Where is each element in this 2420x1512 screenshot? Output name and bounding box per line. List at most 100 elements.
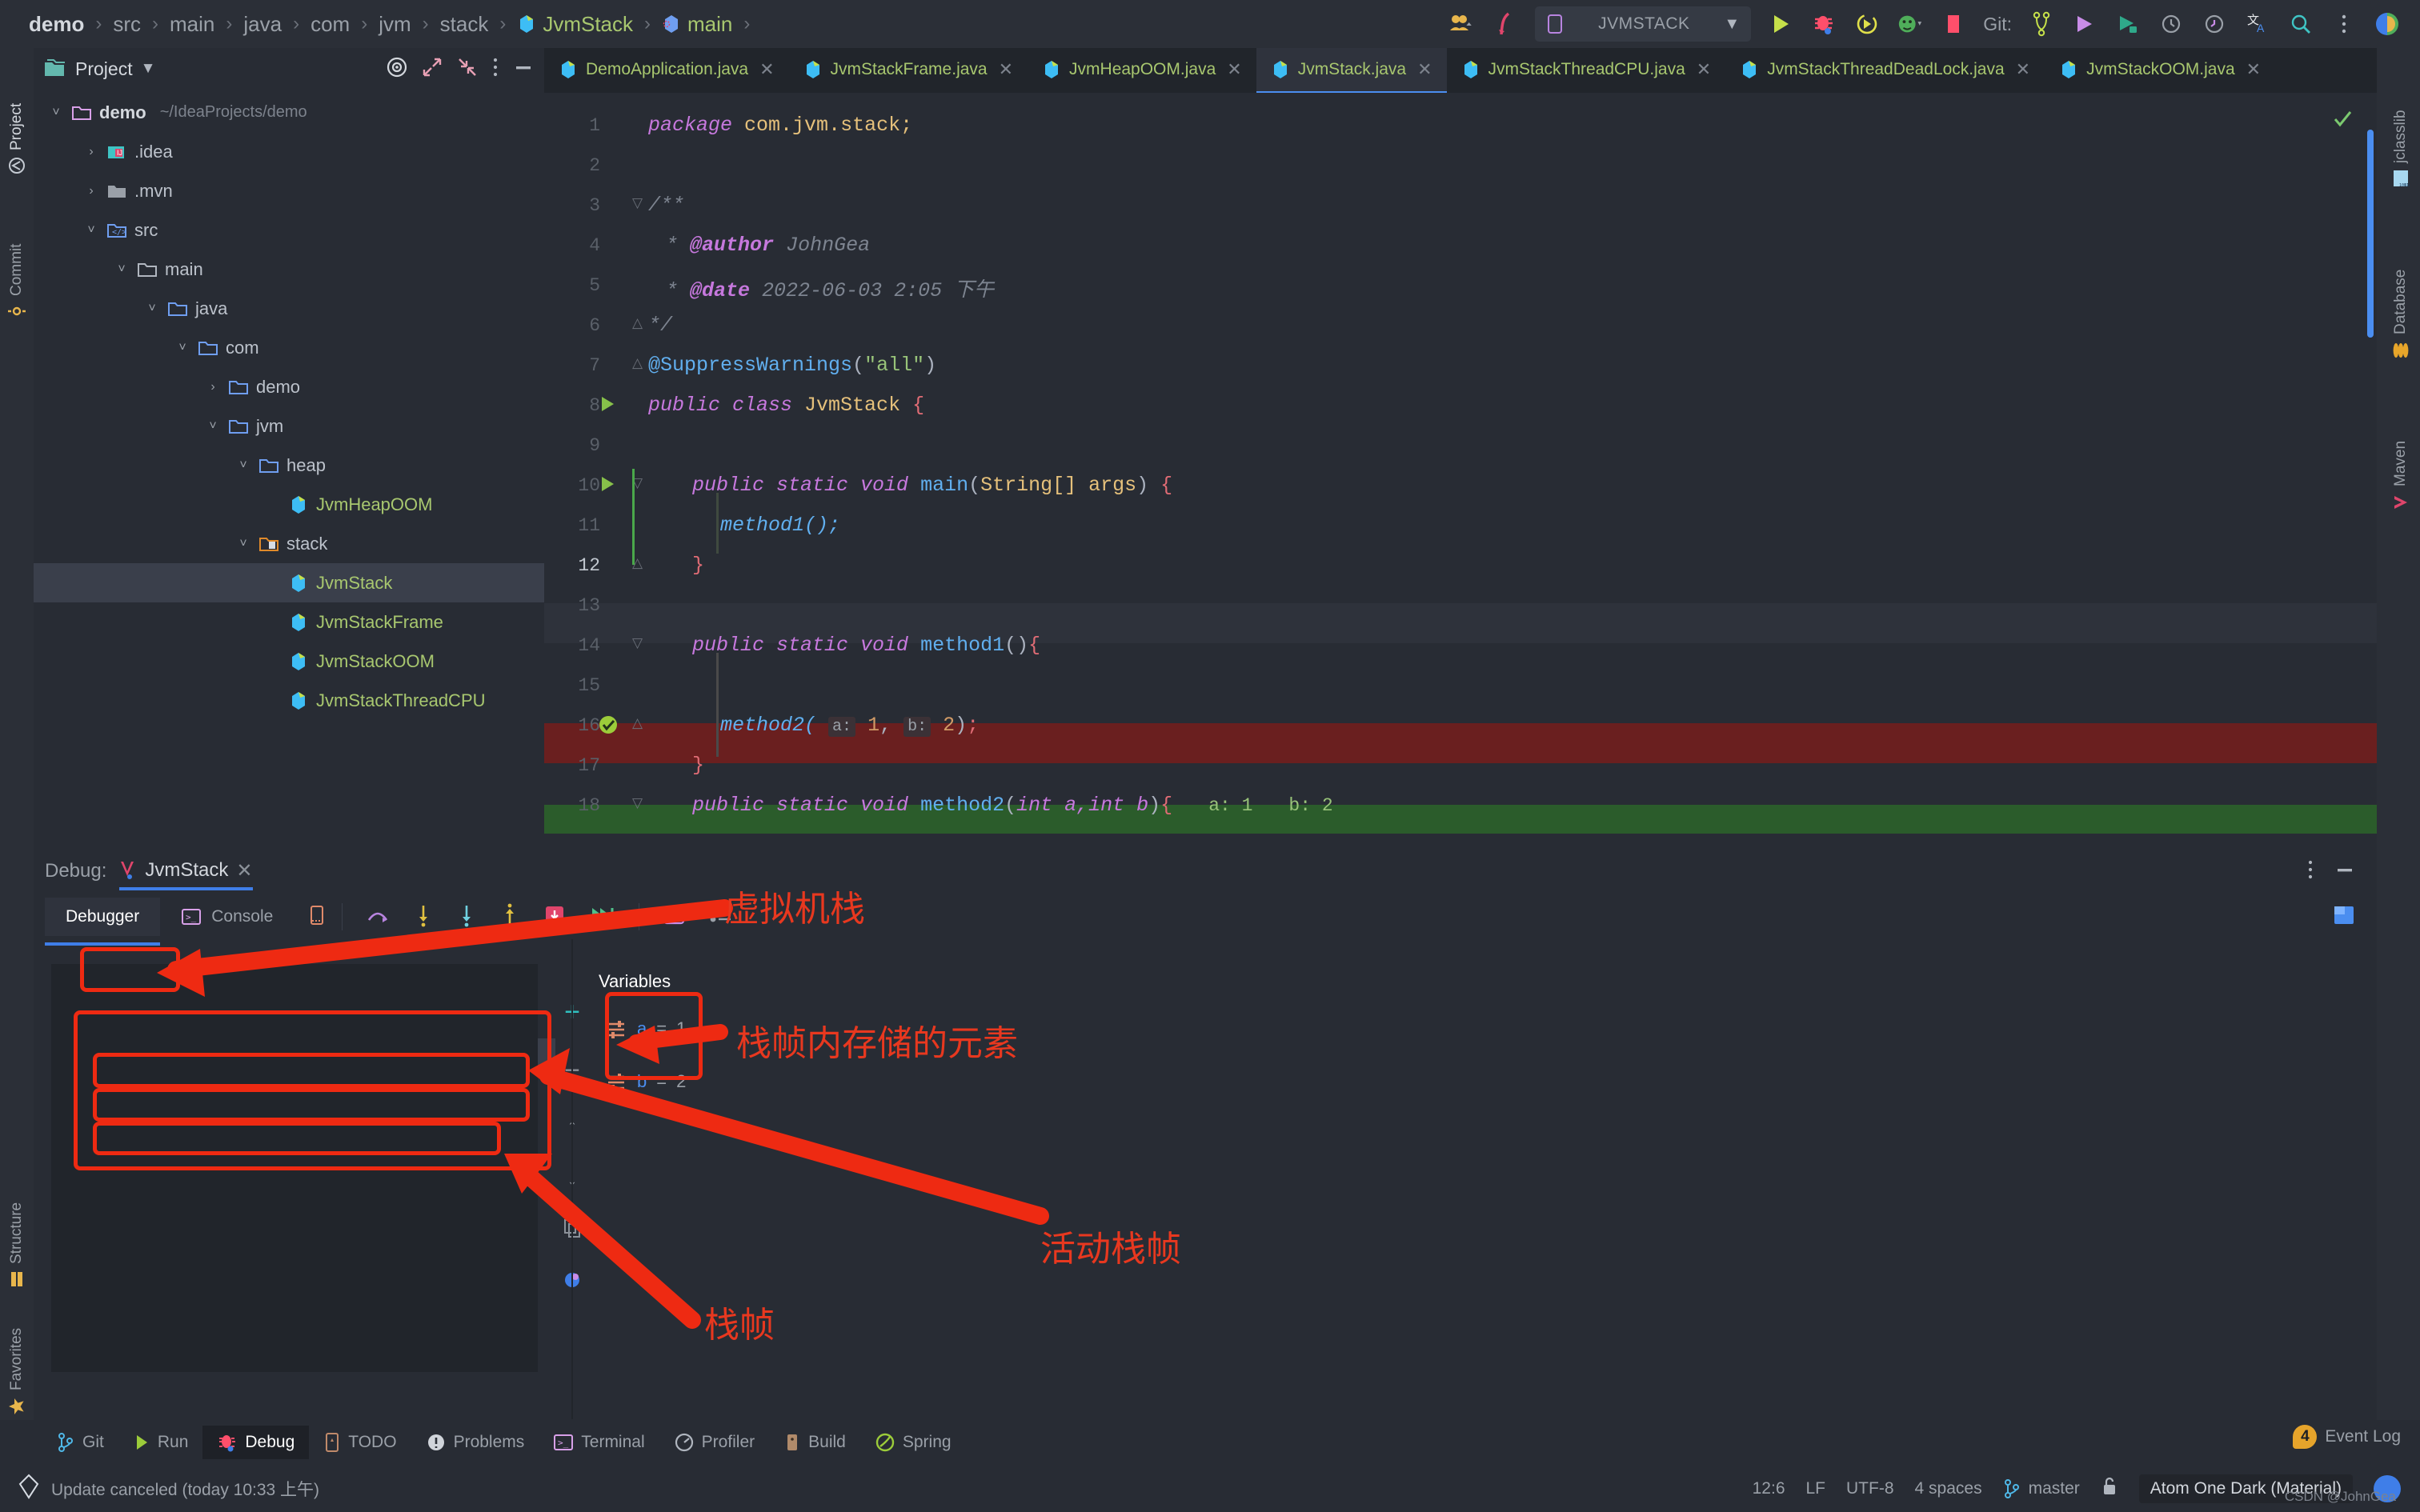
layout-settings-icon[interactable] [2332, 904, 2377, 930]
layout-icon[interactable] [308, 904, 331, 930]
close-icon[interactable]: ✕ [2016, 59, 2030, 80]
tree-node-jvmstackframe[interactable]: JvmStackFrame [34, 602, 544, 642]
editor-tab-jvmstackoom[interactable]: JvmStackOOM.java ✕ [2045, 48, 2275, 93]
step-into-icon[interactable] [402, 903, 445, 931]
toolwindow-spring[interactable]: Spring [860, 1426, 966, 1459]
toolwindow-debug[interactable]: Debug [202, 1426, 309, 1459]
toolwindow-problems[interactable]: Problems [411, 1426, 539, 1459]
chevron-right-icon[interactable]: › [83, 184, 99, 198]
more-vertical-icon[interactable] [2306, 858, 2314, 885]
sidebar-item-project[interactable]: Project [0, 54, 34, 174]
chevron-down-icon[interactable]: ˅ [235, 458, 251, 473]
close-icon[interactable]: ✕ [999, 59, 1013, 80]
minimize-icon[interactable] [2334, 858, 2356, 885]
toolwindow-todo[interactable]: TODO [309, 1426, 411, 1459]
breadcrumb-item-java[interactable]: java [242, 12, 283, 37]
breadcrumb-item-src[interactable]: src [111, 12, 142, 37]
toolwindow-profiler[interactable]: Profiler [659, 1426, 770, 1459]
tree-node-main[interactable]: ˅ main [34, 250, 544, 289]
breadcrumb-item-demo[interactable]: demo [27, 12, 86, 37]
breadcrumb-item-jvm[interactable]: jvm [377, 12, 412, 37]
tree-node-idea[interactable]: › IJ .idea [34, 132, 544, 171]
minimize-icon[interactable] [512, 56, 535, 82]
history-icon[interactable] [2158, 10, 2185, 38]
editor-tab-demoapplication[interactable]: DemoApplication.java ✕ [544, 48, 789, 93]
tree-node-src[interactable]: ˅ </> src [34, 210, 544, 250]
tree-node-jvmstackthreadcpu[interactable]: JvmStackThreadCPU [34, 681, 544, 720]
run-to-cursor-icon[interactable] [531, 904, 578, 930]
breadcrumb-item-main[interactable]: main [168, 12, 216, 37]
step-out-icon[interactable] [488, 903, 531, 931]
tree-node-heap[interactable]: ˅ heap [34, 446, 544, 485]
editor-tab-jvmstackthreaddeadlock[interactable]: JvmStackThreadDeadLock.java ✕ [1725, 48, 2045, 93]
chevron-down-icon[interactable]: ˅ [235, 537, 251, 551]
close-icon[interactable]: ✕ [2246, 59, 2261, 80]
run-coverage-icon[interactable] [1853, 10, 1881, 38]
run-configuration-selector[interactable]: JVMSTACK ▼ [1535, 6, 1751, 42]
chevron-right-icon[interactable]: › [83, 145, 99, 159]
sidebar-item-jclasslib[interactable]: 101101011010 jclasslib [2382, 51, 2420, 187]
ide-logo-icon[interactable] [2374, 10, 2401, 38]
file-encoding[interactable]: UTF-8 [1846, 1479, 1894, 1498]
toolwindow-git[interactable]: Git [42, 1426, 118, 1459]
evaluate-expression-icon[interactable]: >_ [651, 904, 697, 930]
code-editor[interactable]: 1 2 3 4 5 6 7 8 9 10 11 12 13 14 15 16 1… [544, 93, 2377, 848]
tree-node-jvm[interactable]: ˅ jvm [34, 406, 544, 446]
panel-divider[interactable] [571, 939, 573, 1419]
collapse-icon[interactable] [456, 56, 479, 82]
editor-scrollbar[interactable] [2359, 93, 2377, 848]
tree-node-com[interactable]: ˅ com [34, 328, 544, 367]
force-step-into-icon[interactable] [445, 903, 488, 931]
translate-icon[interactable]: 文A [2244, 10, 2271, 38]
breadcrumb-item-stack[interactable]: stack [439, 12, 491, 37]
step-over-icon[interactable] [354, 904, 402, 930]
tree-node-mvn[interactable]: › .mvn [34, 171, 544, 210]
indent-setting[interactable]: 4 spaces [1915, 1479, 1982, 1498]
breadcrumb-item-main-method[interactable]: main [660, 12, 734, 37]
line-separator[interactable]: LF [1806, 1479, 1826, 1498]
close-icon[interactable]: ✕ [236, 859, 252, 882]
push-icon[interactable] [2071, 10, 2098, 38]
close-icon[interactable]: ✕ [1417, 59, 1432, 80]
tree-node-jvmstackoom[interactable]: JvmStackOOM [34, 642, 544, 681]
chevron-down-icon[interactable]: ▼ [141, 60, 156, 78]
sidebar-item-maven[interactable]: Maven [2382, 384, 2420, 512]
scrollbar-thumb[interactable] [2367, 130, 2374, 338]
chevron-down-icon[interactable]: ˅ [174, 341, 190, 355]
chevron-down-icon[interactable]: ˅ [205, 419, 221, 434]
tree-node-stack[interactable]: ˅ stack [34, 524, 544, 563]
sidebar-item-structure[interactable]: Structure [0, 1144, 34, 1288]
target-icon[interactable] [386, 56, 408, 82]
close-icon[interactable]: ✕ [759, 59, 774, 80]
resume-icon[interactable] [578, 904, 627, 930]
close-icon[interactable]: ✕ [1697, 59, 1711, 80]
toolwindow-terminal[interactable]: >_ Terminal [539, 1426, 659, 1458]
more-vertical-icon[interactable] [2330, 10, 2358, 38]
more-vertical-icon[interactable] [491, 56, 499, 82]
rollback-icon[interactable] [2201, 10, 2228, 38]
editor-tab-jvmheapoom[interactable]: JvmHeapOOM.java ✕ [1028, 48, 1256, 93]
tree-node-demo-package[interactable]: › demo [34, 367, 544, 406]
tree-node-jvmstack[interactable]: JvmStack [34, 563, 544, 602]
chevron-right-icon[interactable]: › [205, 380, 221, 394]
run-icon[interactable] [1767, 10, 1794, 38]
toolwindow-build[interactable]: Build [769, 1426, 860, 1459]
lock-icon[interactable] [2101, 1476, 2118, 1501]
chevron-down-icon[interactable]: ˅ [83, 223, 99, 238]
debug-icon[interactable] [1810, 10, 1837, 38]
tree-node-demo[interactable]: ˅ demo ~/IdeaProjects/demo [34, 93, 544, 132]
chevron-down-icon[interactable]: ˅ [114, 262, 130, 277]
tree-node-jvmheapoom[interactable]: JvmHeapOOM [34, 485, 544, 524]
chevron-down-icon[interactable]: ˅ [48, 106, 64, 120]
breadcrumb-item-com[interactable]: com [309, 12, 351, 37]
update-project-icon[interactable] [2114, 10, 2142, 38]
toolwindow-run[interactable]: Run [118, 1426, 203, 1458]
branch-icon[interactable] [2028, 10, 2055, 38]
share-icon[interactable] [1492, 10, 1519, 38]
tab-debugger[interactable]: Debugger [45, 898, 160, 936]
git-branch-widget[interactable]: master [2003, 1478, 2080, 1499]
event-log-button[interactable]: 4 Event Log [2293, 1425, 2401, 1449]
editor-tab-jvmstack[interactable]: JvmStack.java ✕ [1256, 48, 1447, 93]
inspection-ok-icon[interactable] [2332, 109, 2353, 134]
status-message[interactable]: Update canceled (today 10:33 上午) [51, 1477, 319, 1501]
